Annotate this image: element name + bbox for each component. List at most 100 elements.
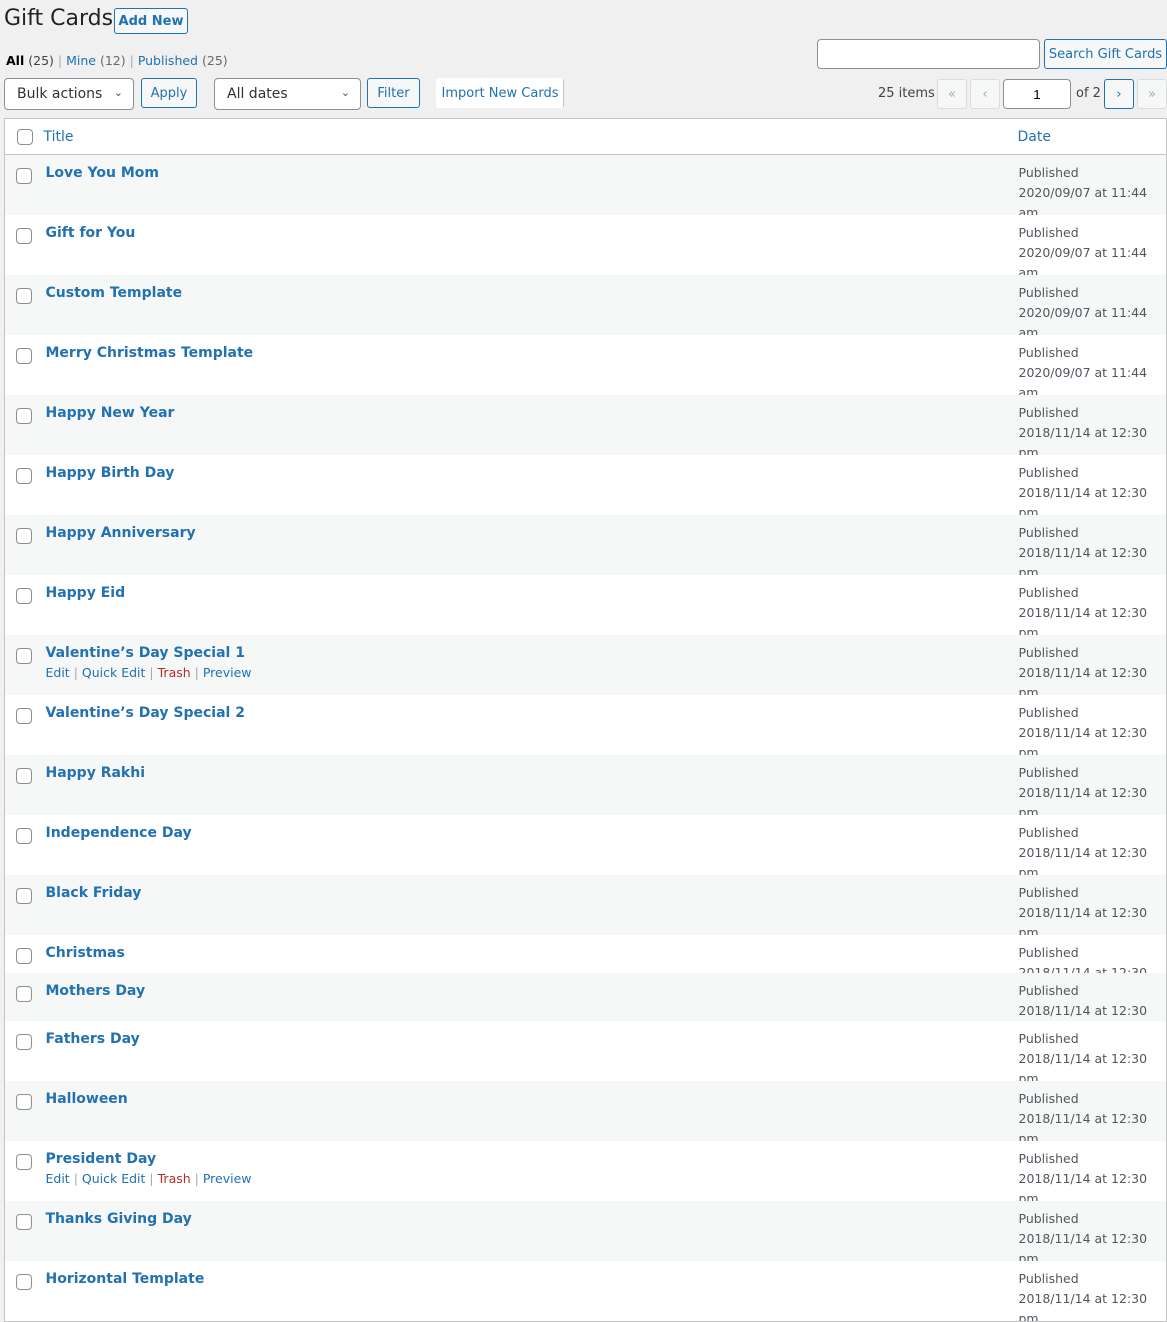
- date-text: 2018/11/14 at 12:30 pm: [1018, 1171, 1148, 1201]
- row-checkbox[interactable]: [16, 528, 32, 544]
- preview-link[interactable]: Preview: [203, 665, 252, 680]
- card-title-link[interactable]: Love You Mom: [46, 165, 1011, 181]
- last-page-button[interactable]: »: [1137, 79, 1167, 109]
- card-title-link[interactable]: Valentine’s Day Special 2: [46, 705, 1011, 721]
- row-checkbox[interactable]: [16, 1034, 32, 1050]
- row-checkbox[interactable]: [16, 828, 32, 844]
- card-title-link[interactable]: Custom Template: [46, 285, 1011, 301]
- table-row: Happy Anniversary Published 2018/11/14 at…: [4, 515, 1167, 575]
- add-new-button[interactable]: Add New: [114, 8, 188, 34]
- edit-link[interactable]: Edit: [46, 665, 70, 680]
- date-text: 2018/11/14 at 12:30 pm: [1018, 965, 1148, 973]
- edit-link[interactable]: Edit: [46, 1171, 70, 1186]
- date-text: 2020/09/07 at 11:44 am: [1018, 365, 1148, 395]
- row-checkbox[interactable]: [16, 468, 32, 484]
- row-checkbox[interactable]: [16, 288, 32, 304]
- card-title-link[interactable]: Independence Day: [46, 825, 1011, 841]
- row-checkbox[interactable]: [16, 1214, 32, 1230]
- card-title-link[interactable]: Gift for You: [46, 225, 1011, 241]
- row-checkbox[interactable]: [16, 1154, 32, 1170]
- row-checkbox[interactable]: [16, 1274, 32, 1290]
- table-row: Mothers Day Published 2018/11/14 at 12:30…: [4, 973, 1167, 1021]
- filter-mine[interactable]: Mine (12): [66, 53, 126, 68]
- prev-page-button[interactable]: ‹: [970, 79, 1000, 109]
- filter-published[interactable]: Published (25): [138, 53, 228, 68]
- card-title-link[interactable]: Fathers Day: [46, 1031, 1011, 1047]
- card-title-link[interactable]: Horizontal Template: [46, 1271, 1011, 1287]
- row-checkbox[interactable]: [16, 348, 32, 364]
- status-text: Published: [1018, 345, 1079, 360]
- quick-edit-link[interactable]: Quick Edit: [82, 665, 146, 680]
- status-text: Published: [1018, 1031, 1079, 1046]
- dates-select[interactable]: All dates ⌄: [214, 78, 361, 110]
- status-text: Published: [1018, 1211, 1079, 1226]
- status-text: Published: [1018, 285, 1079, 300]
- page-title: Gift Cards: [4, 6, 114, 31]
- card-title-link[interactable]: Mothers Day: [46, 983, 1011, 999]
- filter-button[interactable]: Filter: [367, 78, 420, 108]
- preview-link[interactable]: Preview: [203, 1171, 252, 1186]
- card-title-link[interactable]: Happy Eid: [46, 585, 1011, 601]
- search-button[interactable]: Search Gift Cards: [1044, 39, 1167, 69]
- row-checkbox[interactable]: [16, 1094, 32, 1110]
- status-text: Published: [1018, 405, 1079, 420]
- card-title-link[interactable]: Happy Birth Day: [46, 465, 1011, 481]
- status-text: Published: [1018, 225, 1079, 240]
- table-row: Valentine’s Day Special 2 Published 2018/…: [5, 695, 1167, 755]
- table-row: Independence Day Published 2018/11/14 at …: [5, 815, 1167, 875]
- bulk-actions-select[interactable]: Bulk actions ⌄: [4, 78, 134, 110]
- row-checkbox[interactable]: [16, 168, 32, 184]
- gift-cards-table: Title Date Love You Mom Published 2020/09…: [4, 118, 1167, 1322]
- card-title-link[interactable]: Happy Rakhi: [46, 765, 1011, 781]
- date-text: 2018/11/14 at 12:30 pm: [1018, 845, 1148, 875]
- table-row: Fathers Day Published 2018/11/14 at 12:30…: [5, 1021, 1167, 1081]
- date-text: 2018/11/14 at 12:30 pm: [1018, 785, 1148, 815]
- apply-button[interactable]: Apply: [141, 78, 197, 108]
- trash-link[interactable]: Trash: [158, 665, 191, 680]
- status-text: Published: [1018, 525, 1079, 540]
- status-text: Published: [1018, 585, 1079, 600]
- card-title-link[interactable]: President Day: [46, 1151, 1011, 1167]
- date-column-header[interactable]: Date: [1018, 129, 1051, 145]
- table-row: Merry Christmas Template Published 2020/0…: [5, 335, 1167, 395]
- table-row: Happy New Year Published 2018/11/14 at 12…: [4, 395, 1167, 455]
- row-checkbox[interactable]: [16, 768, 32, 784]
- card-title-link[interactable]: Christmas: [46, 945, 1011, 961]
- current-page-input[interactable]: [1003, 79, 1071, 109]
- trash-link[interactable]: Trash: [158, 1171, 191, 1186]
- table-row: Black Friday Published 2018/11/14 at 12:3…: [4, 875, 1167, 935]
- row-checkbox[interactable]: [16, 888, 32, 904]
- select-all-checkbox[interactable]: [17, 128, 33, 145]
- next-page-button[interactable]: ›: [1104, 79, 1134, 109]
- table-row: Thanks Giving Day Published 2018/11/14 at…: [4, 1201, 1167, 1261]
- quick-edit-link[interactable]: Quick Edit: [82, 1171, 146, 1186]
- row-checkbox[interactable]: [16, 948, 32, 964]
- status-text: Published: [1018, 465, 1079, 480]
- first-page-button[interactable]: «: [937, 79, 967, 109]
- row-checkbox[interactable]: [16, 228, 32, 244]
- filter-all[interactable]: All: [6, 53, 24, 68]
- card-title-link[interactable]: Valentine’s Day Special 1: [46, 645, 1011, 661]
- date-text: 2018/11/14 at 12:30 pm: [1018, 605, 1148, 635]
- date-text: 2018/11/14 at 12:30 pm: [1018, 485, 1148, 515]
- table-row: Happy Rakhi Published 2018/11/14 at 12:30…: [4, 755, 1167, 815]
- card-title-link[interactable]: Happy New Year: [46, 405, 1011, 421]
- search-input[interactable]: [817, 39, 1040, 69]
- row-checkbox[interactable]: [16, 986, 32, 1002]
- row-checkbox[interactable]: [16, 588, 32, 604]
- card-title-link[interactable]: Merry Christmas Template: [46, 345, 1011, 361]
- row-checkbox[interactable]: [16, 648, 32, 664]
- card-title-link[interactable]: Happy Anniversary: [46, 525, 1011, 541]
- row-checkbox[interactable]: [16, 708, 32, 724]
- table-row: Happy Birth Day Published 2018/11/14 at 1…: [5, 455, 1167, 515]
- title-column-header[interactable]: Title: [44, 129, 74, 145]
- card-title-link[interactable]: Black Friday: [46, 885, 1011, 901]
- date-text: 2020/09/07 at 11:44 am: [1018, 185, 1148, 215]
- row-checkbox[interactable]: [16, 408, 32, 424]
- import-new-cards-button[interactable]: Import New Cards: [436, 78, 564, 108]
- table-row: Halloween Published 2018/11/14 at 12:30 p…: [4, 1081, 1167, 1141]
- date-text: 2018/11/14 at 12:30 pm: [1018, 425, 1148, 455]
- table-row: President Day Edit | Quick Edit | Trash |…: [5, 1141, 1167, 1201]
- card-title-link[interactable]: Thanks Giving Day: [46, 1211, 1011, 1227]
- card-title-link[interactable]: Halloween: [46, 1091, 1011, 1107]
